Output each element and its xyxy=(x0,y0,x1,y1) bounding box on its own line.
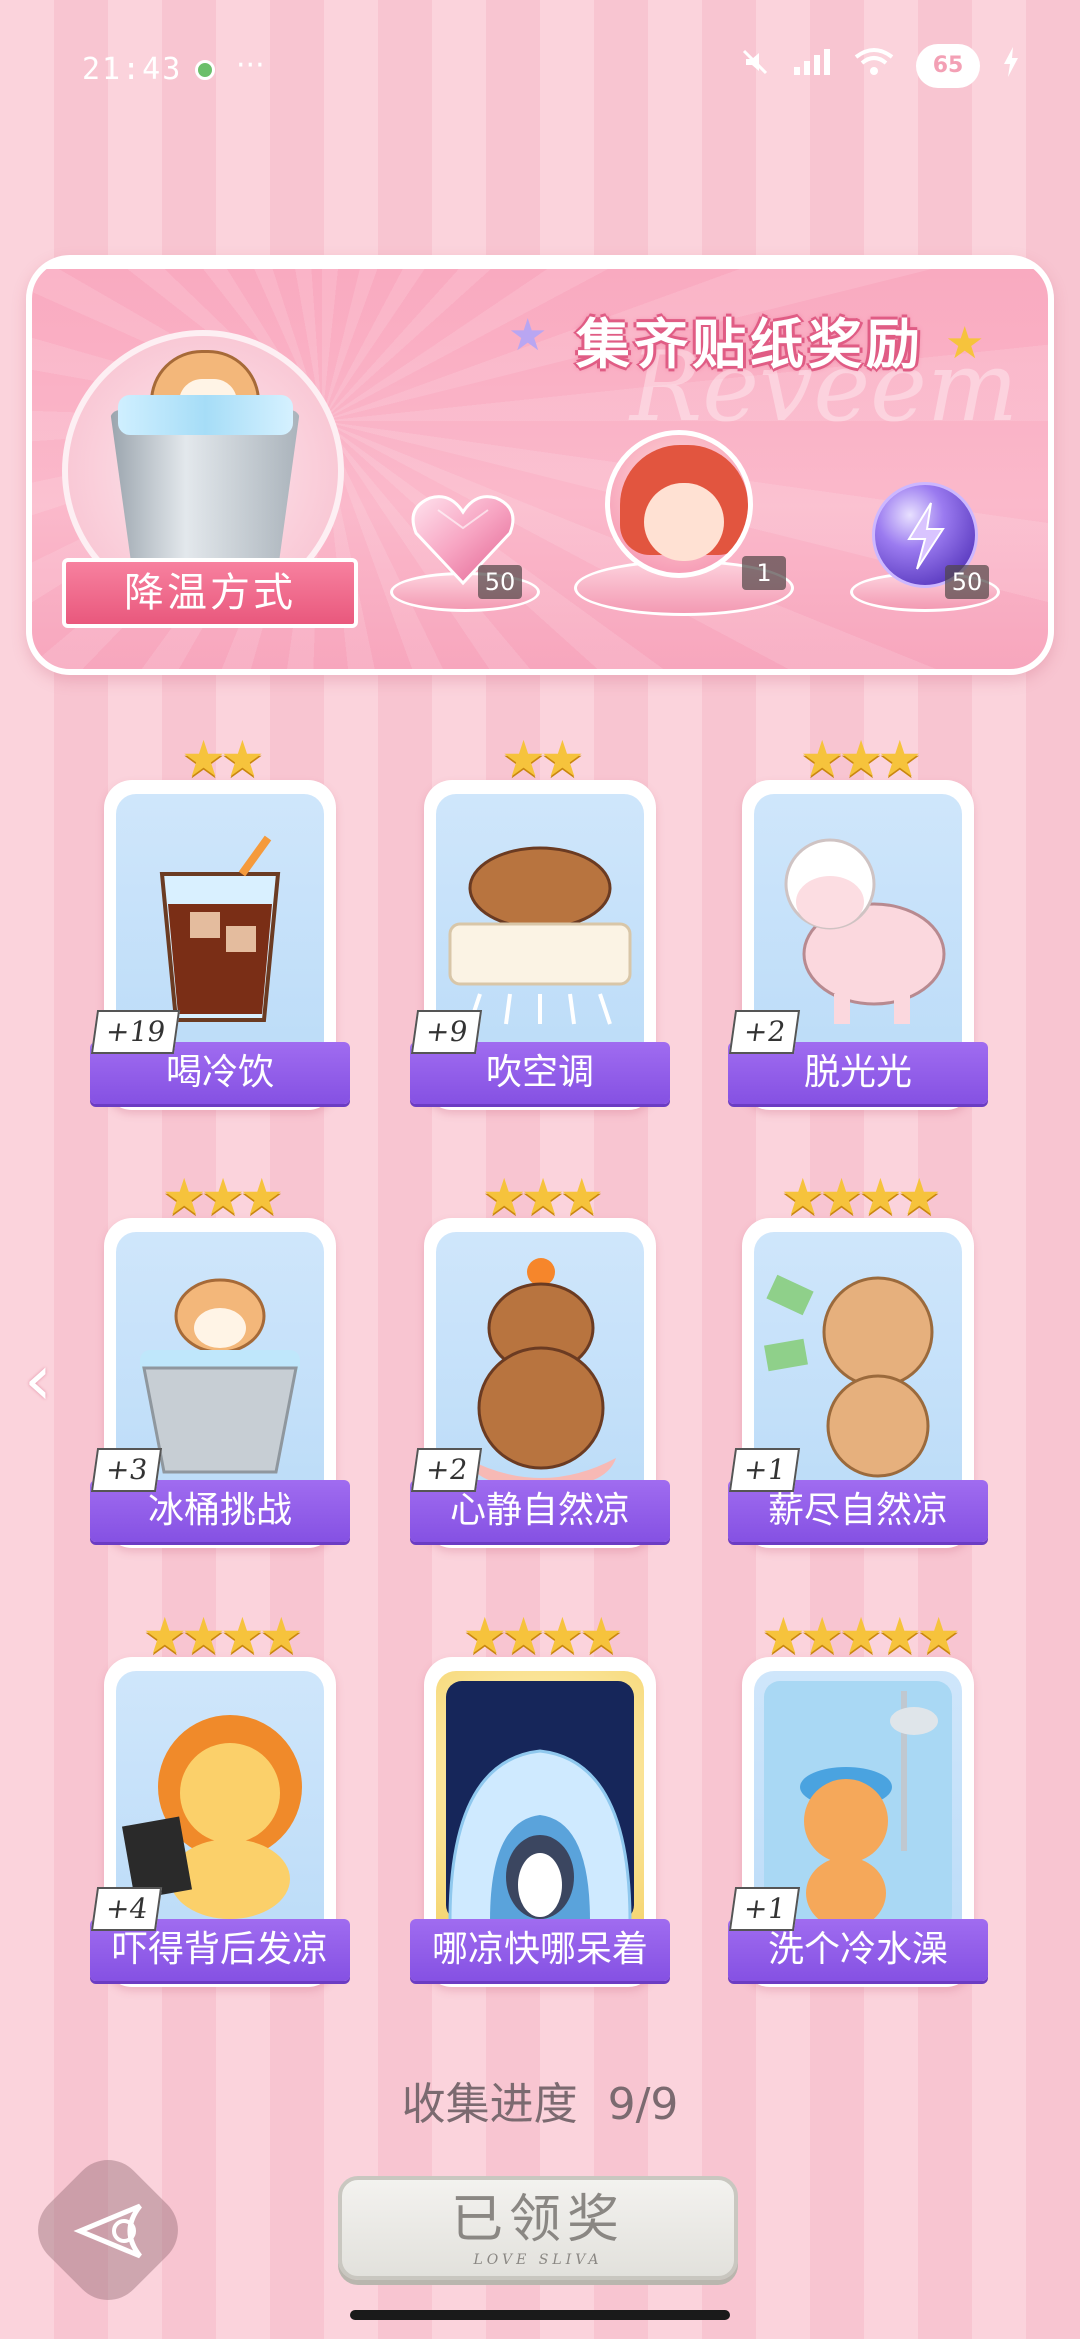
collection-progress: 收集进度 9/9 xyxy=(0,2068,1080,2132)
avatar-face xyxy=(644,483,724,561)
system-icons: 65 xyxy=(740,44,1020,88)
sticker-card[interactable]: ★★★★ +4 吓得背后发凉 xyxy=(90,1607,350,2017)
theme-label: 降温方式 xyxy=(62,558,358,628)
sticker-card[interactable]: ★★★★ 哪凉快哪呆着 xyxy=(410,1607,670,2017)
bonus-badge: +9 xyxy=(410,1010,483,1054)
sticker-card[interactable]: ★★★★ +1 薪尽自然凉 xyxy=(728,1168,988,1578)
bonus-badge: +2 xyxy=(728,1010,801,1054)
claimed-button[interactable]: 已领奖 LOVE SLIVA xyxy=(338,2176,738,2280)
home-indicator[interactable] xyxy=(350,2310,730,2320)
sticker-card[interactable]: ★★★ +3 冰桶挑战 xyxy=(90,1168,350,1578)
sticker-card[interactable]: ★★ +9 吹空调 xyxy=(410,730,670,1140)
banner-title: 集齐贴纸奖励 xyxy=(576,313,924,376)
bonus-badge: +3 xyxy=(90,1448,163,1492)
sticker-card[interactable]: ★★★ +2 脱光光 xyxy=(728,730,988,1140)
claimed-button-label: 已领奖 xyxy=(450,2190,625,2250)
ice-cubes-icon xyxy=(118,395,293,435)
clock: 21:43 xyxy=(82,52,183,87)
more-notifications: ··· xyxy=(236,48,265,83)
charging-icon xyxy=(1002,47,1020,85)
battery-icon: 65 xyxy=(916,44,980,88)
mute-icon xyxy=(740,47,770,85)
claimed-button-sub: LOVE SLIVA xyxy=(473,2252,603,2268)
signal-icon xyxy=(792,47,832,85)
progress-value: 9/9 xyxy=(607,2079,679,2130)
sticker-card[interactable]: ★★★ +2 心静自然凉 xyxy=(410,1168,670,1578)
bonus-badge: +19 xyxy=(90,1010,181,1054)
progress-label: 收集进度 xyxy=(401,2079,578,2130)
sticker-label: 哪凉快哪呆着 xyxy=(410,1919,670,1981)
wifi-icon xyxy=(854,47,894,85)
back-arrow-icon xyxy=(70,2196,150,2266)
sticker-card[interactable]: ★★ +19 喝冷饮 xyxy=(90,730,350,1140)
avatar-reward[interactable] xyxy=(605,430,753,578)
bonus-badge: +4 xyxy=(90,1887,163,1931)
reward-count: 1 xyxy=(742,556,786,590)
previous-page-arrow-icon[interactable]: ‹ xyxy=(24,1345,74,1415)
green-dot-icon xyxy=(195,60,215,80)
status-bar: 21:43 ··· 65 xyxy=(0,0,1080,140)
reward-count: 50 xyxy=(478,565,522,599)
reward-count: 50 xyxy=(945,565,989,599)
sticker-card[interactable]: ★★★★★ +1 洗个冷水澡 xyxy=(728,1607,988,2017)
bonus-badge: +1 xyxy=(728,1887,801,1931)
bonus-badge: +2 xyxy=(410,1448,483,1492)
penguin-igloo-icon xyxy=(436,1671,644,1941)
bonus-badge: +1 xyxy=(728,1448,801,1492)
